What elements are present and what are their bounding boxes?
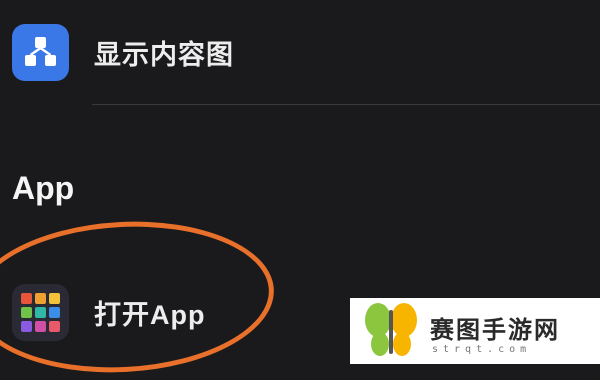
watermark-text: 赛图手游网 — [430, 317, 560, 344]
content-graph-icon — [12, 23, 69, 81]
butterfly-logo — [365, 303, 417, 356]
shortcut-action-show-content-graph[interactable]: 显示内容图 — [0, 18, 600, 86]
show-content-graph-label: 显示内容图 — [94, 39, 234, 70]
watermark-subtext: strqt.com — [432, 344, 532, 355]
orange-highlight-ellipse — [0, 214, 278, 380]
section-title-app: App — [12, 170, 75, 206]
list-divider — [92, 104, 600, 105]
watermark: 赛图手游网 strqt.com — [350, 298, 600, 364]
